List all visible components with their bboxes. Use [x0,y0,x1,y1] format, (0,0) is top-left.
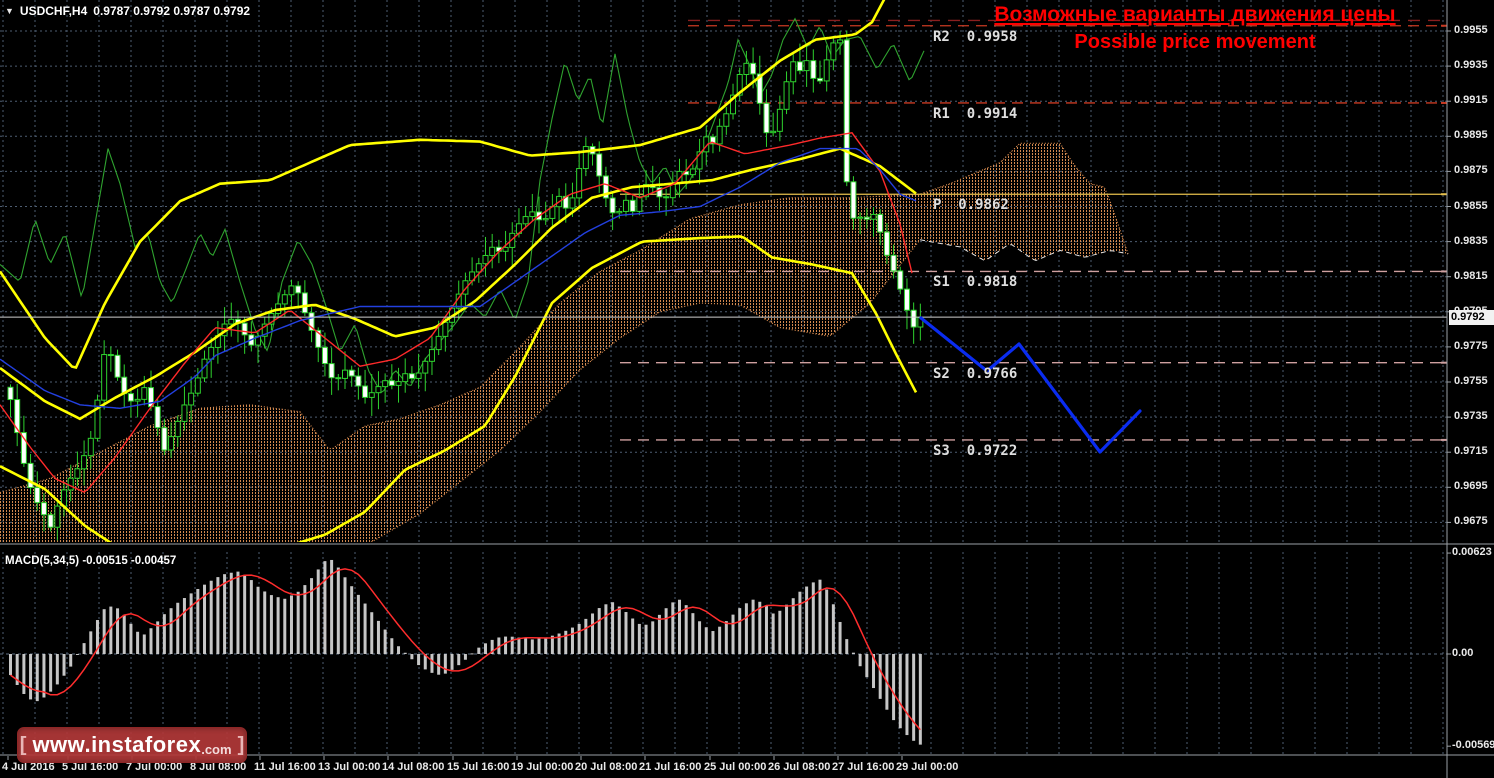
logo-bracket-left: [ [19,733,27,756]
current-price-tag: 0.9792 [1449,309,1494,325]
logo-tld: .com [201,742,232,757]
time-tick-label: 11 Jul 16:00 [254,761,316,773]
price-tick-label: 0.9775 [1454,339,1488,352]
symbol-dropdown-icon[interactable]: ▼ [5,6,14,16]
time-tick-label: 14 Jul 08:00 [382,761,445,773]
price-tick-label: 0.9935 [1454,59,1488,72]
annotation-en: Possible price movement [1074,31,1316,53]
time-tick-label: 25 Jul 00:00 [704,761,767,773]
price-tick-label: 0.9915 [1454,94,1488,107]
annotation-ru: Возможные варианты движения цены [994,3,1396,26]
logo-bracket-right: ] [237,733,245,756]
time-tick-label: 13 Jul 00:00 [318,761,381,773]
price-tick-label: 0.9875 [1454,164,1488,177]
time-tick-label: 20 Jul 08:00 [575,761,638,773]
price-tick-label: 0.9895 [1454,129,1488,142]
time-tick-label: 26 Jul 08:00 [768,761,831,773]
pivot-label-s1: S1 0.9818 [933,274,1018,291]
macd-indicator-label: MACD(5,34,5) -0.00515 -0.00457 [5,555,177,567]
pivot-label-r1: R1 0.9914 [933,105,1018,122]
macd-tick-label: -0.00569 [1452,739,1494,752]
price-tick-label: 0.9955 [1454,24,1488,36]
symbol-period-label: USDCHF,H4 [19,4,88,18]
time-tick-label: 21 Jul 16:00 [639,761,702,773]
logo-text: www.instaforex [32,732,202,757]
time-tick-label: 15 Jul 16:00 [447,761,510,773]
pivot-label-p: P 0.9862 [933,197,1009,214]
pivot-label-s2: S2 0.9766 [933,365,1018,382]
macd-tick-label: 0.00 [1452,647,1474,659]
price-tick-label: 0.9675 [1454,515,1488,528]
price-tick-label: 0.9815 [1454,269,1488,282]
time-tick-label: 29 Jul 00:00 [896,761,959,773]
price-tick-label: 0.9695 [1454,480,1488,493]
price-tick-label: 0.9755 [1454,375,1488,387]
price-tick-label: 0.9835 [1454,234,1488,247]
pivot-label-s3: S3 0.9722 [933,442,1018,459]
mt4-chart-window: ▼ USDCHF,H4 0.9787 0.9792 0.9787 0.9792 … [0,0,1494,778]
price-tick-label: 0.9715 [1454,445,1488,458]
time-tick-label: 19 Jul 00:00 [511,761,574,773]
time-tick-label: 27 Jul 16:00 [832,761,895,773]
chart-title: ▼ USDCHF,H4 0.9787 0.9792 0.9787 0.9792 [5,4,250,18]
ohlc-quotes: 0.9787 0.9792 0.9787 0.9792 [93,4,251,18]
macd-tick-label: 0.00623 [1452,546,1492,559]
chart-canvas[interactable] [0,0,1494,778]
price-tick-label: 0.9855 [1454,199,1488,212]
price-tick-label: 0.9735 [1454,410,1488,423]
instaforex-logo: [ www.instaforex .com ] [17,727,247,763]
pivot-label-r2: R2 0.9958 [933,28,1018,45]
